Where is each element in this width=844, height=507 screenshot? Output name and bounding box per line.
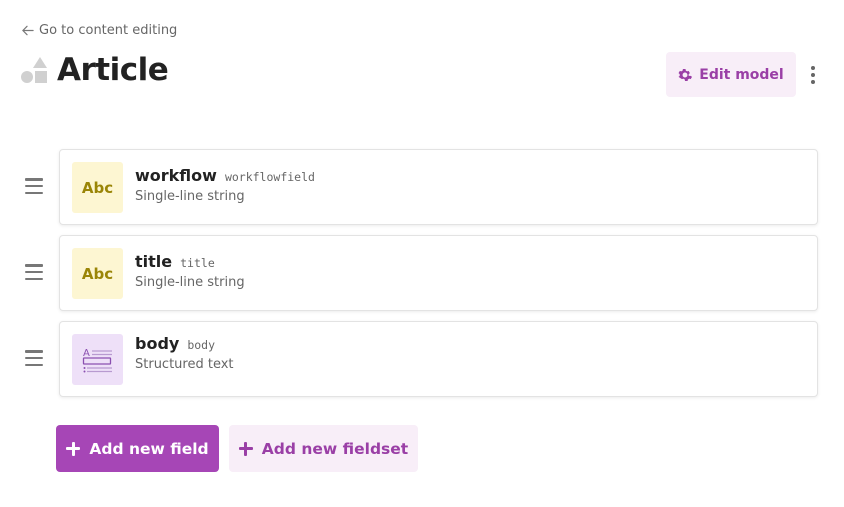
field-type: Single-line string <box>135 275 245 290</box>
field-card-workflow[interactable]: Abc workflow workflowfield Single-line s… <box>59 149 818 225</box>
field-api-key: workflowfield <box>224 170 315 184</box>
field-row: Abc title title Single-line string <box>21 235 818 311</box>
field-card-body[interactable]: A body body Structured text <box>59 321 818 397</box>
plus-icon <box>66 441 81 456</box>
field-row: A body body Structured text <box>21 321 818 397</box>
field-label: workflow <box>135 166 217 185</box>
add-new-fieldset-button[interactable]: Add new fieldset <box>229 425 418 472</box>
edit-model-button[interactable]: Edit model <box>666 52 796 97</box>
back-link-label: Go to content editing <box>39 23 178 38</box>
field-type: Structured text <box>135 357 234 372</box>
back-to-content-link[interactable]: Go to content editing <box>21 23 177 38</box>
model-shapes-icon <box>21 56 47 84</box>
abc-icon: Abc <box>72 248 123 299</box>
drag-handle-icon[interactable] <box>25 350 43 366</box>
page-title: Article <box>57 52 169 88</box>
field-card-title[interactable]: Abc title title Single-line string <box>59 235 818 311</box>
plus-icon <box>238 441 253 456</box>
add-field-label: Add new field <box>89 439 209 458</box>
abc-icon: Abc <box>72 162 123 213</box>
field-row: Abc workflow workflowfield Single-line s… <box>21 149 818 225</box>
field-api-key: title <box>180 256 215 270</box>
field-label: body <box>135 334 180 353</box>
add-new-field-button[interactable]: Add new field <box>56 425 219 472</box>
page-header: Article <box>21 52 169 88</box>
edit-model-label: Edit model <box>699 66 784 83</box>
gear-icon <box>678 68 693 81</box>
drag-handle-icon[interactable] <box>25 178 43 194</box>
drag-handle-icon[interactable] <box>25 264 43 280</box>
schema-page: Go to content editing Article Edit model… <box>0 0 844 507</box>
field-type: Single-line string <box>135 189 245 204</box>
structured-text-icon: A <box>72 334 123 385</box>
field-api-key: body <box>187 338 216 352</box>
field-label: title <box>135 252 173 271</box>
arrow-left-icon <box>22 25 34 36</box>
more-options-icon[interactable] <box>806 64 820 86</box>
add-fieldset-label: Add new fieldset <box>261 439 409 458</box>
